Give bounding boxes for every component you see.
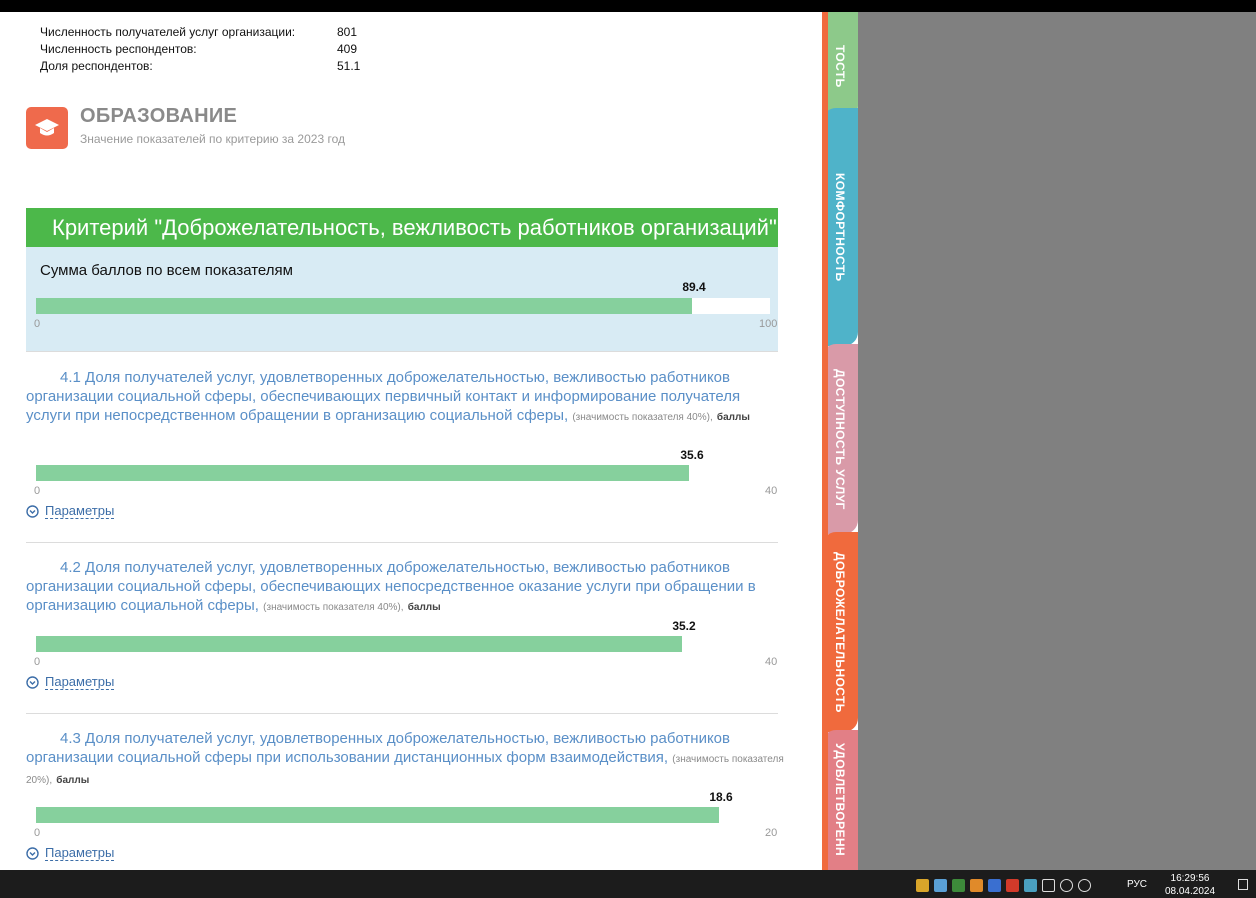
category-subtitle: Значение показателей по критерию за 2023…	[80, 132, 345, 146]
indicator-progress-bar	[36, 807, 770, 823]
app-icon[interactable]	[916, 878, 929, 892]
chevron-down-circle-icon	[26, 847, 39, 860]
stat-value: 51.1	[337, 59, 361, 73]
indicator-value-label: 35.6	[680, 448, 704, 462]
info-icon[interactable]	[988, 878, 1001, 892]
volume-icon[interactable]	[1060, 878, 1073, 892]
sum-label: Сумма баллов по всем показателям	[40, 262, 293, 279]
indicator-min-tick: 0	[34, 827, 41, 839]
organization-stats: Численность получателей услуг организаци…	[40, 24, 360, 75]
app-icon[interactable]	[970, 878, 983, 892]
stat-label: Численность респондентов:	[40, 42, 197, 56]
params-link[interactable]: Параметры	[45, 504, 115, 519]
stat-label: Численность получателей услуг организаци…	[40, 25, 296, 39]
indicator-max-tick: 20	[765, 827, 778, 839]
params-link[interactable]: Параметры	[45, 675, 115, 690]
indicator-progress-fill	[36, 465, 690, 481]
sum-progress-bar	[36, 298, 770, 314]
stat-label: Доля респондентов:	[40, 59, 153, 73]
sum-progress-fill	[36, 298, 693, 314]
clock-time: 16:29:56	[1170, 873, 1210, 884]
indicator-unit: баллы	[56, 775, 90, 786]
indicator-unit: баллы	[716, 412, 750, 423]
indicator-4-3-title: 4.3 Доля получателей услуг, удовлетворен…	[26, 729, 786, 790]
battery-icon[interactable]	[1042, 878, 1055, 892]
stat-row: Численность респондентов: 409	[40, 41, 360, 58]
sum-max-tick: 100	[759, 318, 778, 330]
indicator-max-tick: 40	[765, 656, 778, 668]
tab-label: ДОСТУПНОСТЬ УСЛУГ	[833, 368, 847, 510]
indicator-4-2-title: 4.2 Доля получателей услуг, удовлетворен…	[26, 558, 786, 617]
indicator-value-label: 35.2	[672, 619, 696, 633]
indicator-progress-bar	[36, 636, 770, 652]
chevron-down-circle-icon	[26, 505, 39, 518]
tab-label: ДОБРОЖЕЛАТЕЛЬНОСТЬ	[833, 551, 847, 713]
params-toggle[interactable]: Параметры	[26, 675, 115, 690]
divider	[26, 351, 778, 352]
params-toggle[interactable]: Параметры	[26, 846, 115, 861]
indicator-weight: (значимость показателя 40%),	[572, 412, 713, 423]
app-icon[interactable]	[1006, 878, 1019, 892]
graduation-cap-icon	[26, 107, 68, 149]
tab-edge	[822, 12, 828, 870]
indicator-progress-fill	[36, 807, 719, 823]
app-icon[interactable]	[952, 878, 965, 892]
clock-date: 08.04.2024	[1164, 886, 1216, 897]
sum-min-tick: 0	[34, 318, 41, 330]
stat-row: Численность получателей услуг организаци…	[40, 24, 360, 41]
top-strip	[0, 0, 1256, 12]
stat-value: 801	[337, 25, 358, 39]
clock[interactable]: 16:29:56 08.04.2024	[1160, 872, 1220, 898]
indicator-progress-bar	[36, 465, 770, 481]
tab-label: ТОСТЬ	[833, 44, 847, 88]
indicator-value-label: 18.6	[709, 790, 733, 804]
category-title: ОБРАЗОВАНИЕ	[80, 105, 238, 127]
stat-value: 409	[337, 42, 358, 56]
app-icon[interactable]	[934, 878, 947, 892]
indicator-text: 4.3 Доля получателей услуг, удовлетворен…	[26, 730, 730, 766]
indicator-weight: (значимость показателя 40%),	[263, 602, 404, 613]
tab-label: КОМФОРТНОСТЬ	[833, 172, 847, 282]
stat-row: Доля респондентов: 51.1	[40, 58, 360, 75]
indicator-max-tick: 40	[765, 485, 778, 497]
chevron-down-circle-icon	[26, 676, 39, 689]
tab-label: УДОВЛЕТВОРЕНН	[833, 743, 847, 857]
divider	[26, 713, 778, 714]
notification-icon[interactable]	[1238, 879, 1248, 890]
indicator-4-1-title: 4.1 Доля получателей услуг, удовлетворен…	[26, 368, 786, 427]
network-icon[interactable]	[1078, 878, 1091, 892]
system-tray	[916, 874, 1096, 896]
empty-area	[858, 12, 1256, 870]
main-panel: Численность получателей услуг организаци…	[0, 12, 822, 870]
sum-value-label: 89.4	[682, 280, 706, 294]
criterion-banner: Критерий "Доброжелательность, вежливость…	[26, 208, 778, 247]
indicator-min-tick: 0	[34, 656, 41, 668]
divider	[26, 542, 778, 543]
app-icon[interactable]	[1024, 878, 1037, 892]
language-indicator[interactable]: РУС	[1127, 879, 1147, 890]
indicator-unit: баллы	[407, 602, 441, 613]
content-area: Численность получателей услуг организаци…	[0, 12, 822, 870]
indicator-min-tick: 0	[34, 485, 41, 497]
params-toggle[interactable]: Параметры	[26, 504, 115, 519]
params-link[interactable]: Параметры	[45, 846, 115, 861]
indicator-progress-fill	[36, 636, 682, 652]
